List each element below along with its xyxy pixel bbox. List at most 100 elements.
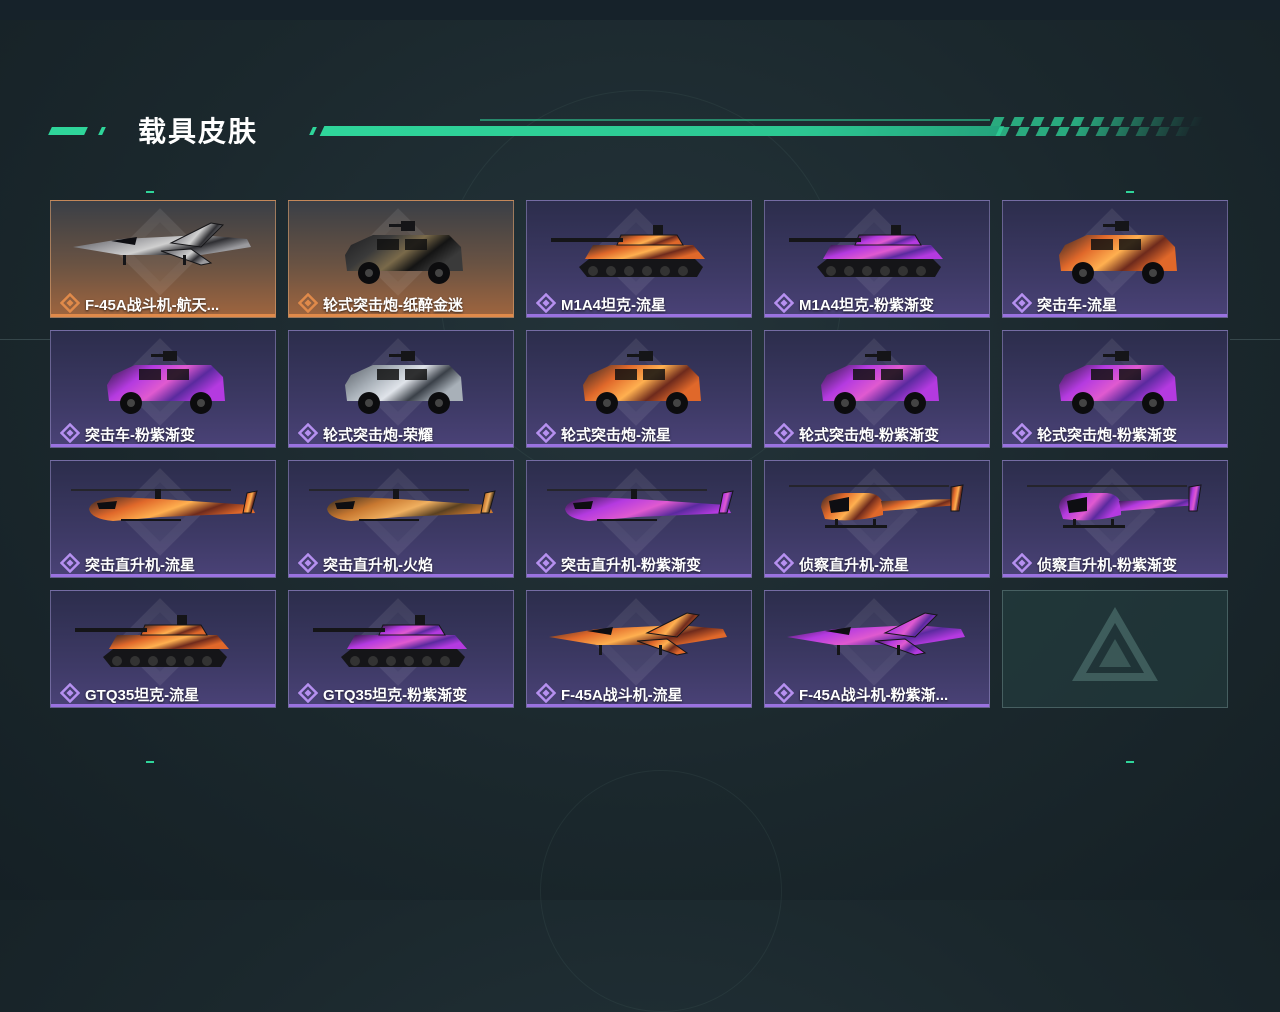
skin-name: 轮式突击炮-粉紫渐变 [799,427,939,444]
rarity-underline [527,314,751,317]
skin-card[interactable]: F-45A战斗机-流星 [526,590,752,708]
armored-car-illustration [345,351,463,414]
corner-tick [146,191,154,193]
skin-name: GTQ35坦克-流星 [85,687,200,704]
rarity-icon [60,423,80,443]
assault-truck-illustration [107,351,225,414]
rarity-underline [527,704,751,707]
skin-card[interactable]: 轮式突击炮-流星 [526,330,752,448]
skin-card[interactable]: M1A4坦克-流星 [526,200,752,318]
jet-illustration [549,612,727,656]
skin-name: 突击直升机-流星 [85,557,195,574]
jet-illustration [787,612,965,656]
rarity-underline [289,314,513,317]
attack-helicopter-illustration [547,489,734,521]
scout-helicopter-illustration [1027,484,1202,528]
rarity-underline [527,444,751,447]
rarity-underline [1003,444,1227,447]
header-accent [98,127,106,135]
skin-card[interactable]: 轮式突击炮-纸醉金迷 [288,200,514,318]
skin-card[interactable]: 突击车-流星 [1002,200,1228,318]
skin-card[interactable]: 轮式突击炮-粉紫渐变 [1002,330,1228,448]
rarity-icon [298,293,318,313]
attack-helicopter-illustration [71,489,258,521]
tank-illustration [789,225,943,277]
rarity-icon [60,553,80,573]
skin-name: 突击直升机-火焰 [323,557,433,574]
header-checker-pattern [985,117,1205,136]
rarity-icon [774,423,794,443]
rarity-underline [289,704,513,707]
empty-skin-slot[interactable] [1002,590,1228,708]
rarity-underline [51,574,275,577]
skin-name: M1A4坦克-流星 [561,297,667,314]
skin-card[interactable]: 突击直升机-火焰 [288,460,514,578]
rarity-underline [51,704,275,707]
skin-name: F-45A战斗机-流星 [561,687,683,704]
top-bar [0,0,1280,20]
rarity-icon [1012,293,1032,313]
skin-name: 侦察直升机-粉紫渐变 [1037,557,1177,574]
scout-helicopter-illustration [789,484,964,528]
skin-card[interactable]: 轮式突击炮-荣耀 [288,330,514,448]
rarity-underline [289,574,513,577]
rarity-icon [774,553,794,573]
skin-card[interactable]: 侦察直升机-粉紫渐变 [1002,460,1228,578]
skin-card[interactable]: F-45A战斗机-粉紫渐... [764,590,990,708]
skin-card[interactable]: M1A4坦克-粉紫渐变 [764,200,990,318]
background-line [0,339,50,340]
logo-watermark-icon [1072,607,1158,681]
rarity-icon [536,423,556,443]
skin-name: 突击直升机-粉紫渐变 [561,557,701,574]
rarity-icon [60,293,80,313]
armored-car-illustration [821,351,939,414]
rarity-icon [298,683,318,703]
rarity-underline [527,574,751,577]
header-accent [48,127,88,135]
skin-name: 侦察直升机-流星 [799,557,909,574]
skin-card[interactable]: F-45A战斗机-航天... [50,200,276,318]
skin-name: 轮式突击炮-粉紫渐变 [1037,427,1177,444]
rarity-icon [536,293,556,313]
armored-car-illustration [583,351,701,414]
skin-card[interactable]: 突击直升机-流星 [50,460,276,578]
tank-illustration [75,615,229,667]
header-line [319,126,1005,136]
skin-name: 轮式突击炮-荣耀 [323,427,433,444]
skin-card[interactable]: 侦察直升机-流星 [764,460,990,578]
skin-card[interactable]: 突击车-粉紫渐变 [50,330,276,448]
rarity-icon [1012,553,1032,573]
page-title: 载具皮肤 [138,116,259,147]
header-accent [309,127,317,135]
armored-car-illustration [1059,351,1177,414]
rarity-underline [1003,574,1227,577]
skin-card[interactable]: 轮式突击炮-粉紫渐变 [764,330,990,448]
rarity-underline [765,704,989,707]
rarity-underline [51,444,275,447]
corner-tick [1126,191,1134,193]
tank-illustration [551,225,705,277]
skin-name: GTQ35坦克-粉紫渐变 [323,687,468,704]
rarity-icon [1012,423,1032,443]
rarity-icon [298,423,318,443]
rarity-icon [298,553,318,573]
skin-name: 突击车-流星 [1037,297,1117,314]
rarity-underline [765,574,989,577]
rarity-underline [765,444,989,447]
skin-name: 轮式突击炮-流星 [561,427,671,444]
rarity-underline [1003,314,1227,317]
rarity-underline [289,444,513,447]
skin-card[interactable]: GTQ35坦克-流星 [50,590,276,708]
skin-name: 突击车-粉紫渐变 [85,427,195,444]
rarity-icon [774,293,794,313]
rarity-underline [765,314,989,317]
skin-card[interactable]: GTQ35坦克-粉紫渐变 [288,590,514,708]
rarity-icon [774,683,794,703]
attack-helicopter-illustration [309,489,496,521]
rarity-underline [51,314,275,317]
rarity-icon [536,683,556,703]
corner-tick [146,761,154,763]
header-thin-line [480,119,990,121]
skin-name: 轮式突击炮-纸醉金迷 [323,297,463,314]
skin-card[interactable]: 突击直升机-粉紫渐变 [526,460,752,578]
